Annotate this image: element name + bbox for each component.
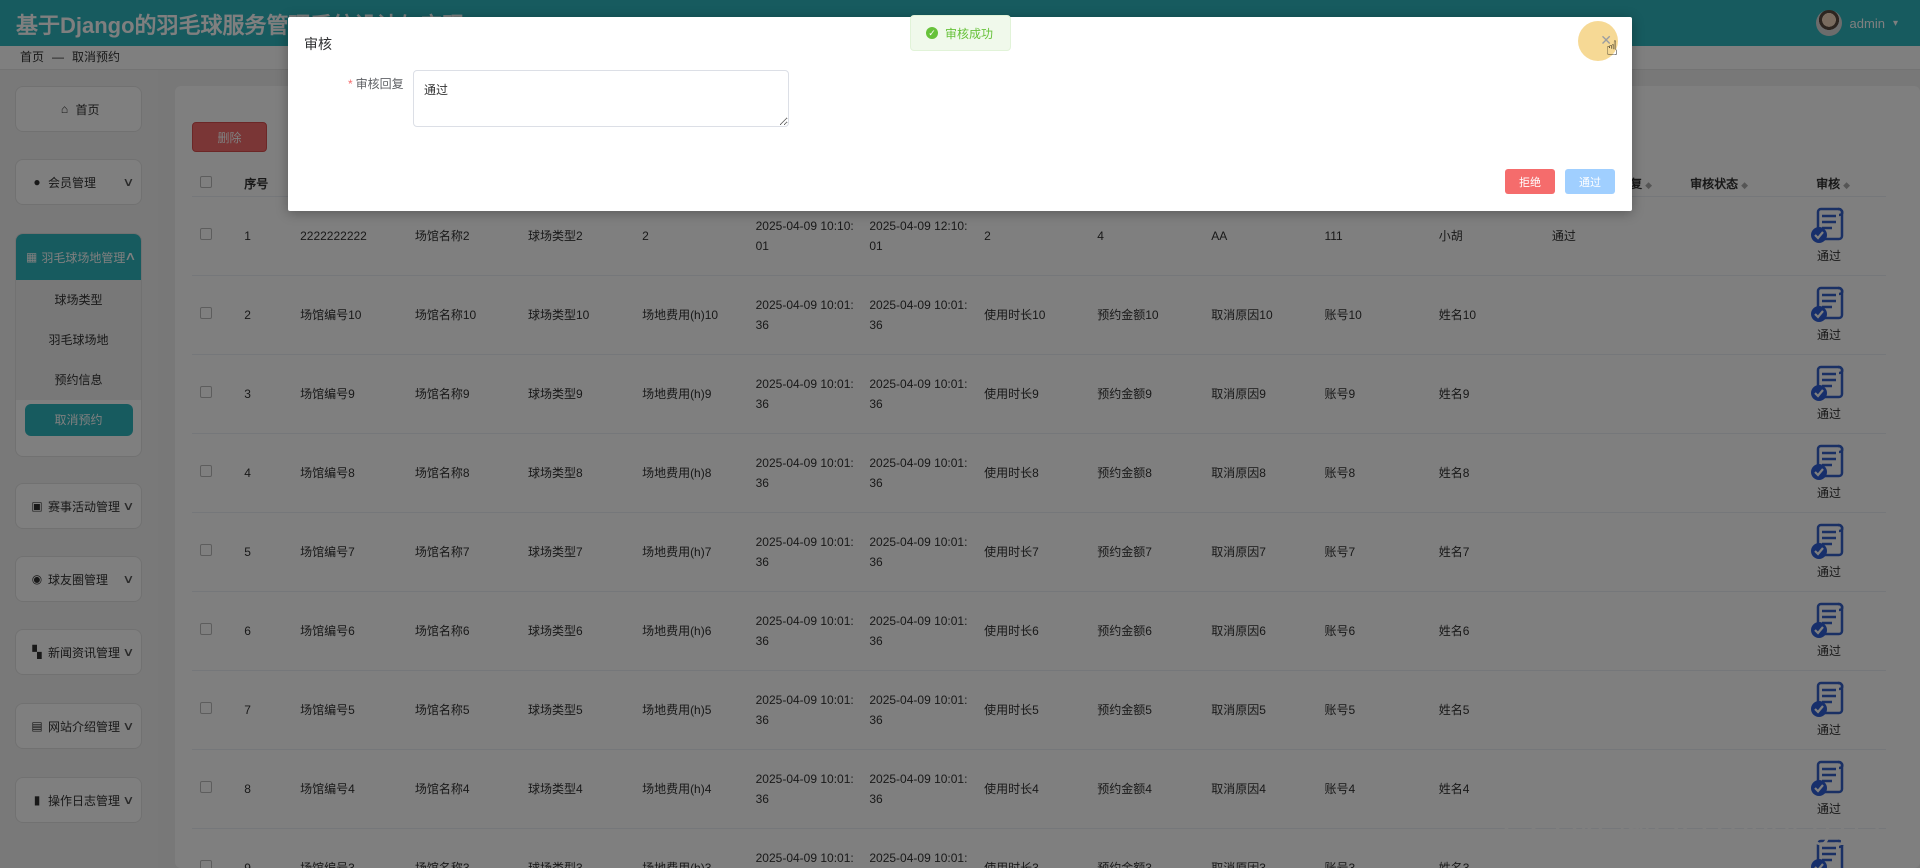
reject-button[interactable]: 拒绝	[1505, 169, 1555, 194]
reply-textarea[interactable]: 通过	[413, 70, 789, 127]
check-circle-icon: ✓	[926, 27, 938, 39]
success-toast: ✓ 审核成功	[910, 15, 1011, 51]
toast-message: 审核成功	[945, 26, 994, 41]
required-asterisk: *	[348, 77, 353, 91]
reply-field-label: * 审核回复	[348, 77, 404, 91]
pointer-cursor-icon: ☝	[1605, 38, 1618, 60]
pass-button[interactable]: 通过	[1565, 169, 1615, 194]
dialog-title: 审核	[304, 36, 332, 52]
